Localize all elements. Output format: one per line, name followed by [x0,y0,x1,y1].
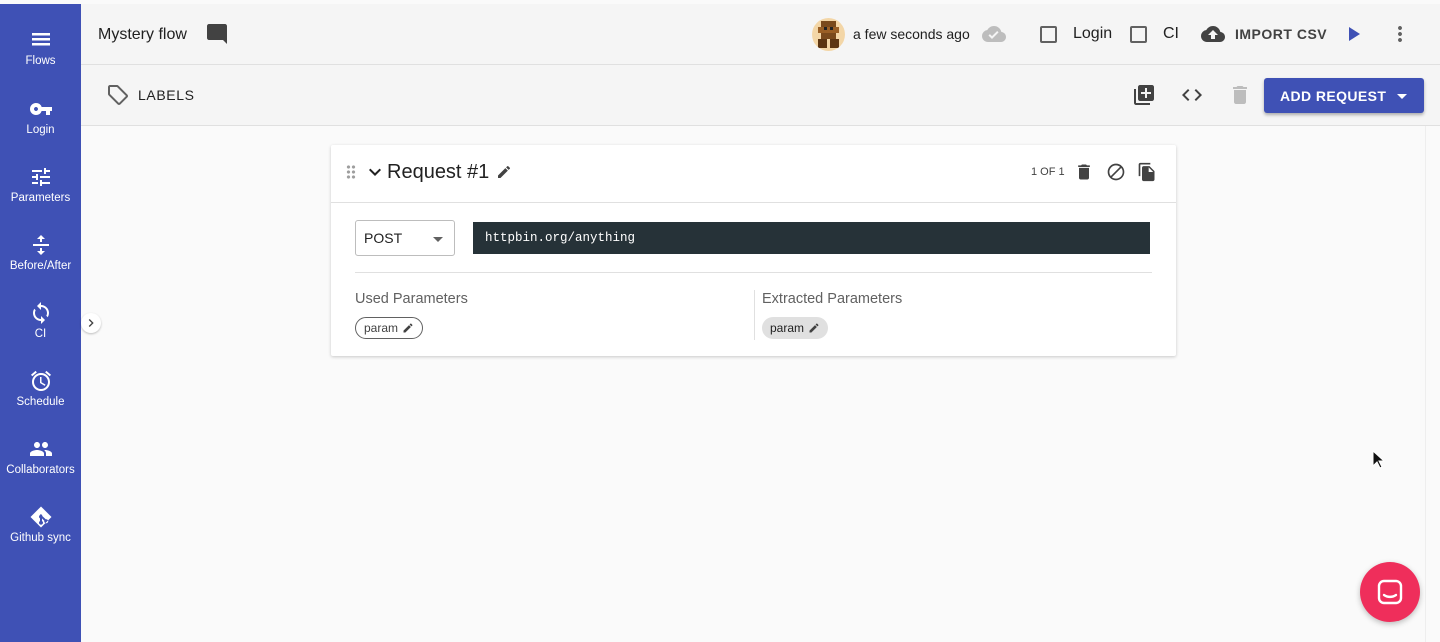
extracted-param-chip[interactable]: param [762,317,829,339]
login-checkbox[interactable] [1040,26,1057,43]
flow-title[interactable]: Mystery flow [98,26,187,44]
ci-checkbox-label: CI [1163,25,1179,42]
chevron-right-icon [88,319,94,327]
sidebar-item-parameters[interactable]: Parameters [0,154,81,222]
avatar[interactable] [812,18,845,51]
request-card: Request #1 1 OF 1 POST httpbin.org/anyth… [331,145,1176,356]
url-input[interactable]: httpbin.org/anything [473,222,1150,254]
sidebar-item-label: Collaborators [6,464,75,476]
method-select[interactable]: POST [355,220,455,256]
used-parameters-label: Used Parameters [355,291,468,307]
tune-icon [31,168,50,186]
delete-sweep-icon[interactable] [1228,83,1252,107]
sidebar: Flows Login Parameters Before/After CI S… [0,4,81,642]
expand-panel-button[interactable] [81,313,101,333]
people-icon [29,442,52,456]
sidebar-item-github-sync[interactable]: Github sync [0,494,81,562]
add-request-label: ADD REQUEST [1280,87,1387,104]
header: Mystery flow a few seconds ago Login CI … [81,4,1440,65]
request-counter: 1 OF 1 [1031,166,1065,178]
sidebar-item-label: Login [26,124,55,136]
sidebar-item-label: Before/After [9,260,72,272]
play-icon[interactable] [1341,22,1365,46]
import-csv-button[interactable]: IMPORT CSV [1201,20,1327,48]
menu-icon [31,33,50,46]
chat-launcher-button[interactable] [1360,562,1420,622]
sidebar-item-label: Github sync [10,532,71,544]
sidebar-item-schedule[interactable]: Schedule [0,358,81,426]
delete-icon[interactable] [1074,162,1094,182]
vertical-split-icon [32,235,49,255]
edit-icon[interactable] [808,322,820,334]
request-card-header: Request #1 1 OF 1 [331,145,1176,203]
saved-status: a few seconds ago [853,26,970,42]
login-checkbox-label: Login [1073,25,1113,42]
extracted-parameters-label: Extracted Parameters [762,291,903,307]
alarm-icon [30,370,51,391]
divider [355,272,1152,273]
duplicate-icon[interactable] [1137,162,1157,182]
comment-icon[interactable] [205,22,229,46]
edit-icon[interactable] [402,322,414,334]
chip-label: param [364,321,399,335]
ci-checkbox[interactable] [1130,26,1147,43]
labels-label: LABELS [138,87,195,103]
sidebar-item-before-after[interactable]: Before/After [0,222,81,290]
label-icon [108,85,128,105]
sidebar-item-collaborators[interactable]: Collaborators [0,426,81,494]
sidebar-item-label: Flows [25,55,56,67]
edit-icon[interactable] [496,164,512,180]
drag-handle-icon[interactable] [341,162,361,182]
mouse-cursor-icon [1372,450,1385,469]
chat-icon [1377,579,1403,605]
toolbar: LABELS ADD REQUEST [81,65,1440,126]
sidebar-item-flows[interactable]: Flows [0,18,81,86]
sidebar-item-login[interactable]: Login [0,86,81,154]
add-box-icon[interactable] [1132,83,1156,107]
arrow-drop-down-icon [433,237,443,242]
sidebar-item-label: Parameters [10,192,71,204]
labels-button[interactable]: LABELS [106,83,195,107]
avatar-image [818,21,839,48]
method-value: POST [364,230,403,246]
sync-icon [32,302,49,324]
git-icon [30,506,51,528]
add-request-button[interactable]: ADD REQUEST [1264,78,1424,113]
sidebar-item-label: Schedule [16,396,65,408]
cloud-done-icon [982,26,1006,42]
request-title: Request #1 [387,161,490,183]
key-icon [29,103,52,115]
divider [754,290,755,340]
sidebar-item-ci[interactable]: CI [0,290,81,358]
used-param-chip[interactable]: param [355,317,424,339]
disable-icon[interactable] [1106,162,1126,182]
scroll-edge [1425,126,1426,642]
chip-label: param [770,321,805,335]
chevron-down-icon[interactable] [363,160,387,184]
cloud-upload-icon [1201,26,1225,42]
code-icon[interactable] [1180,83,1204,107]
more-vert-icon[interactable] [1388,22,1412,46]
arrow-drop-down-icon[interactable] [1390,84,1414,108]
import-csv-label: IMPORT CSV [1235,26,1328,42]
sidebar-item-label: CI [34,328,47,340]
